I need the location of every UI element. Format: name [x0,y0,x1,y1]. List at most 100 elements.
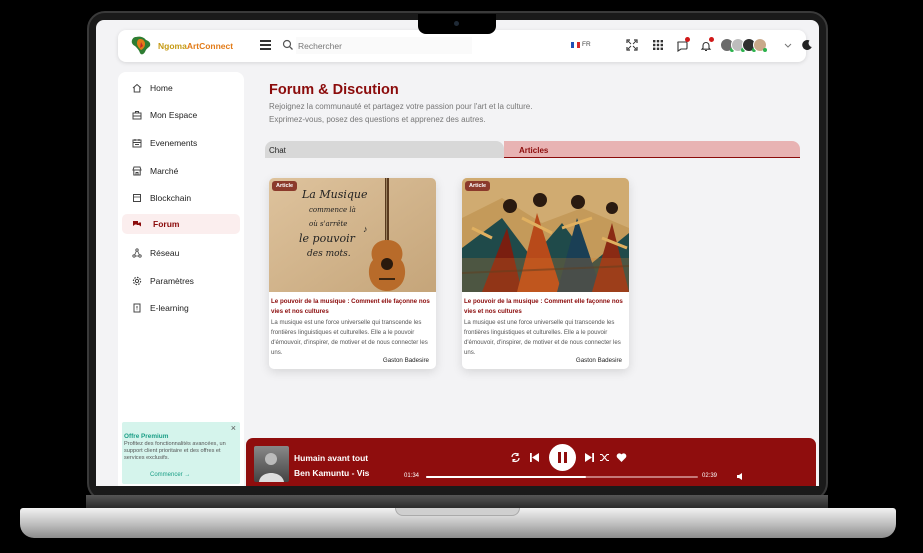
article-author: Gaston Badesire [575,357,622,364]
image-quote-line: où s'arrête [309,220,347,228]
progress-fill [426,475,587,478]
volume-icon[interactable] [736,472,745,481]
sidebar-item-mon-espace[interactable]: Mon Espace [122,105,240,125]
dark-mode-icon[interactable] [801,39,813,51]
article-tag: Article [272,181,298,191]
image-quote-line: des mots. [307,249,351,259]
language-selector[interactable]: FR [571,41,591,48]
article-title[interactable]: Le pouvoir de la musique : Comment elle … [271,297,431,316]
heart-icon[interactable] [616,452,627,463]
search-input[interactable] [296,37,472,54]
language-label: FR [582,41,591,48]
gear-icon [132,276,142,286]
track-artist: Ben Kamuntu - Vis [294,468,370,478]
track-title: Humain avant tout [294,453,369,463]
premium-start-link[interactable]: Commencer → [150,472,190,478]
brand-part2: ArtConnect [186,41,234,51]
article-tag: Article [465,181,491,191]
chat-bubbles-icon [133,221,141,227]
article-excerpt: La musique est une force universelle qui… [271,319,428,356]
pause-button[interactable] [549,444,576,471]
close-icon[interactable]: × [231,423,236,433]
duration: 02:39 [702,473,718,479]
image-quote-line: commence là [309,206,356,214]
network-icon [132,248,142,258]
fullscreen-icon[interactable] [626,39,638,51]
apps-grid-icon[interactable] [652,39,664,51]
avatar[interactable] [753,38,767,52]
sidebar-item-label: Mon Espace [150,110,198,120]
article-card[interactable]: La Musique commence là où s'arrête le po… [269,178,436,369]
tab-articles[interactable]: Articles [504,141,800,158]
article-card[interactable]: Article Le pouvoir de la musique : Comme… [462,178,629,369]
chevron-down-icon[interactable] [784,39,792,51]
book-icon [133,303,141,313]
search-icon [282,39,293,50]
sidebar-item-label: Réseau [150,248,180,258]
current-time: 01:34 [404,473,420,479]
top-header: NgomaArtConnect FR [118,30,812,62]
page-subtitle: Rejoignez la communauté et partagez votr… [269,100,629,126]
hamburger-menu-icon[interactable] [260,40,271,51]
progress-bar[interactable] [426,475,698,478]
sidebar-item-elearning[interactable]: E-learning [122,298,240,318]
premium-title: Offre Premium [124,433,169,440]
article-excerpt: La musique est une force universelle qui… [464,319,621,356]
laptop-hinge [86,495,828,508]
african-dancers-painting [462,178,629,292]
app-screen: NgomaArtConnect FR Home [96,20,819,486]
subtitle-line: Exprimez-vous, posez des questions et ap… [269,115,486,124]
article-image: La Musique commence là où s'arrête le po… [269,178,436,292]
sidebar-item-blockchain[interactable]: Blockchain [122,188,240,208]
page-title: Forum & Discution [269,82,399,98]
music-quote-image: La Musique commence là où s'arrête le po… [269,178,436,292]
unread-badge [685,37,690,42]
article-image: Article [462,178,629,292]
sidebar: Home Mon Espace Evenements Marché Blockc… [118,72,244,486]
notification-badge [709,37,714,42]
image-quote-line: le pouvoir [299,232,356,245]
briefcase-icon [132,111,142,120]
sidebar-item-label: Forum [153,219,180,229]
user-avatars[interactable] [720,38,767,52]
tab-chat[interactable]: Chat [265,141,504,158]
sidebar-item-label: Marché [150,166,179,176]
camera-notch [418,14,496,34]
sidebar-item-label: E-learning [150,303,189,313]
music-player: Humain avant tout Ben Kamuntu - Vis 01:3… [246,438,816,486]
sidebar-item-parametres[interactable]: Paramètres [122,271,240,291]
article-title[interactable]: Le pouvoir de la musique : Comment elle … [464,297,624,316]
premium-offer-card: × Offre Premium Profitez des fonctionnal… [122,422,240,484]
album-cover [254,446,289,482]
sidebar-item-label: Evenements [150,138,198,148]
premium-description: Profitez des fonctionnalités avancées, u… [124,441,226,462]
repeat-icon[interactable] [510,452,521,463]
subtitle-line: Rejoignez la communauté et partagez votr… [269,102,533,111]
store-icon [132,166,142,176]
sidebar-item-evenements[interactable]: Evenements [122,133,240,153]
brand-part1: Ngoma [158,41,187,51]
article-author: Gaston Badesire [382,357,429,364]
sidebar-item-home[interactable]: Home [122,78,240,98]
africa-logo-icon [131,36,151,55]
sidebar-item-label: Paramètres [150,276,194,286]
france-flag-icon [571,41,580,48]
cube-icon [133,194,141,202]
home-icon [132,83,142,93]
sidebar-item-marche[interactable]: Marché [122,161,240,181]
sidebar-item-label: Blockchain [150,193,192,203]
previous-icon[interactable] [529,452,540,463]
forum-tabs: Chat Articles [265,141,800,158]
sidebar-item-forum[interactable]: Forum [122,214,240,234]
next-icon[interactable] [584,452,595,463]
sidebar-item-reseau[interactable]: Réseau [122,243,240,263]
sidebar-item-label: Home [150,83,173,93]
notifications-button[interactable] [700,37,714,52]
calendar-icon [132,139,142,148]
messages-button[interactable] [676,37,690,53]
image-quote-line: La Musique [301,188,368,201]
laptop-base [20,508,896,538]
shuffle-icon[interactable] [599,452,610,463]
svg-text:♪: ♪ [363,224,368,234]
brand-name[interactable]: NgomaArtConnect [158,41,233,51]
